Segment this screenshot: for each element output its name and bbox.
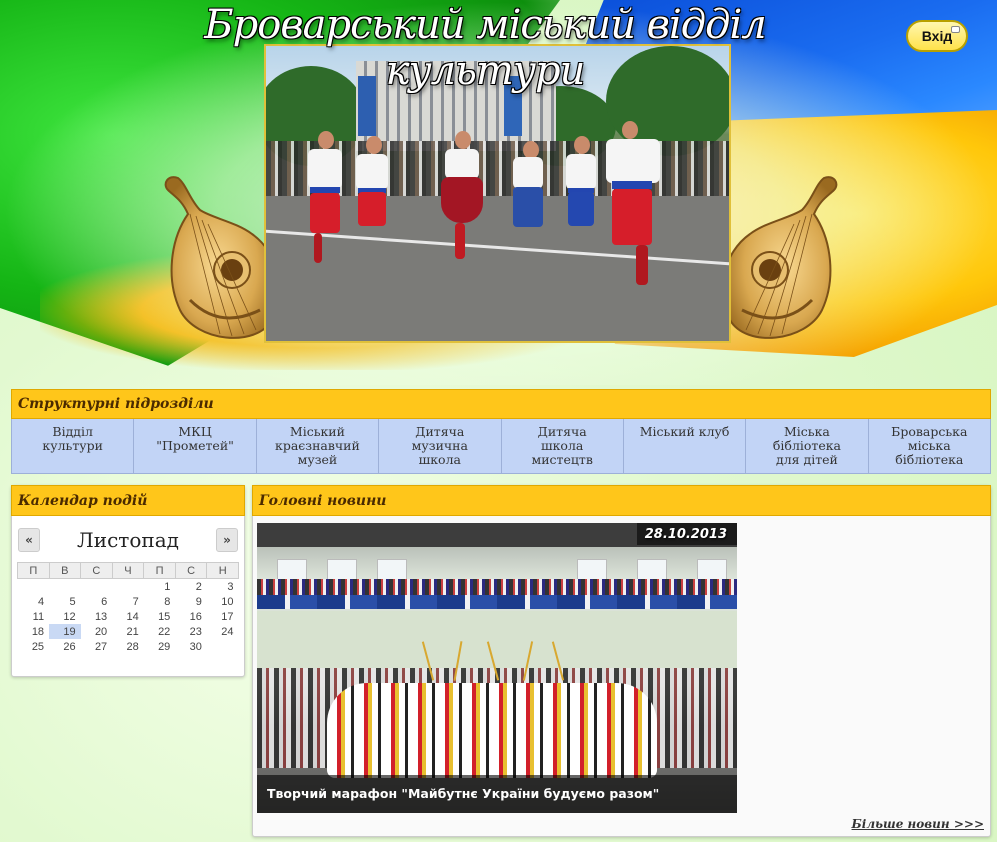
calendar-day[interactable]: 6: [81, 594, 113, 609]
calendar-day[interactable]: 21: [112, 624, 144, 639]
calendar-day[interactable]: 5: [49, 594, 81, 609]
main-news-panel: Головні новини 28.10.2013 Творчий марафо…: [252, 485, 991, 837]
weekday-sat: С: [174, 562, 208, 579]
unit-childrens-art-school[interactable]: Дитяча школа мистецтв: [501, 419, 624, 473]
calendar-empty-cell: [18, 579, 50, 595]
calendar-week-row: 123: [18, 579, 239, 595]
calendar-prev-button[interactable]: «: [18, 528, 40, 552]
structural-units-panel: Структурні підрозділи Відділ культури МК…: [11, 389, 991, 475]
calendar-day[interactable]: 9: [175, 594, 207, 609]
login-button-label: Вхід: [921, 28, 953, 44]
unit-city-club[interactable]: Міський клуб: [623, 419, 747, 473]
calendar-day[interactable]: 2: [175, 579, 207, 595]
weekday-mon: П: [17, 562, 50, 579]
calendar-empty-cell: [112, 579, 144, 595]
calendar-grid: П В С Ч П С Н 1 2 3 4 5 6 7 8 9 10 11 12 13 14 15 16 17 1…: [17, 562, 239, 654]
calendar-day[interactable]: 1: [144, 579, 176, 595]
calendar-day[interactable]: 29: [144, 639, 176, 654]
calendar-day[interactable]: 14: [112, 609, 144, 624]
unit-childrens-library[interactable]: Міська бібліотека для дітей: [746, 419, 869, 473]
site-title: Броварський міський відділ культури: [204, 2, 766, 94]
news-slide-image[interactable]: 28.10.2013 Творчий марафон "Майбутнє Укр…: [257, 523, 737, 813]
calendar-day[interactable]: 13: [81, 609, 113, 624]
weekday-fri: П: [143, 562, 176, 579]
main-news-title: Головні новини: [252, 485, 991, 516]
calendar-empty-cell: [49, 579, 81, 595]
calendar-days: 1 2 3 4 5 6 7 8 9 10 11 12 13 14 15 16 17 18 19 20 21 22 23 24 2…: [18, 579, 239, 655]
calendar-week-row: 4 5 6 7 8 9 10: [18, 594, 239, 609]
calendar-empty-cell: [81, 579, 113, 595]
calendar-day[interactable]: 17: [207, 609, 239, 624]
weekday-wed: С: [80, 562, 113, 579]
speech-bubble-icon: [951, 26, 960, 33]
calendar-day[interactable]: 22: [144, 624, 176, 639]
calendar-week-row: 11 12 13 14 15 16 17: [18, 609, 239, 624]
events-calendar: Календар подій « Листопад » П В С Ч П С …: [11, 485, 245, 677]
weekday-thu: Ч: [111, 562, 145, 579]
calendar-day[interactable]: 7: [112, 594, 144, 609]
unit-city-library[interactable]: Броварська міська бібліотека: [868, 419, 990, 473]
calendar-weekday-row: П В С Ч П С Н: [17, 562, 239, 579]
calendar-day[interactable]: 24: [207, 624, 239, 639]
calendar-day[interactable]: 23: [175, 624, 207, 639]
calendar-day[interactable]: 16: [175, 609, 207, 624]
unit-local-history-museum[interactable]: Міський краєзнавчий музей: [256, 419, 380, 473]
calendar-day[interactable]: 27: [81, 639, 113, 654]
calendar-day[interactable]: 30: [175, 639, 207, 654]
news-caption[interactable]: Творчий марафон "Майбутнє України будуєм…: [267, 786, 659, 801]
calendar-day[interactable]: 20: [81, 624, 113, 639]
calendar-header: « Листопад »: [12, 516, 244, 562]
calendar-day[interactable]: 18: [18, 624, 50, 639]
calendar-day[interactable]: 25: [18, 639, 50, 654]
structural-units-menu: Відділ культури МКЦ "Прометей" Міський к…: [11, 419, 991, 474]
calendar-day-today[interactable]: 19: [49, 624, 81, 639]
calendar-title: Календар подій: [11, 485, 245, 516]
calendar-month: Листопад: [77, 528, 179, 552]
unit-culture-department[interactable]: Відділ культури: [12, 419, 135, 473]
calendar-day[interactable]: 8: [144, 594, 176, 609]
news-date: 28.10.2013: [644, 527, 727, 542]
header-banner: Броварський міський відділ культури Вхід: [0, 0, 997, 385]
bandura-right-icon: [721, 176, 838, 339]
calendar-day[interactable]: 3: [207, 579, 239, 595]
calendar-day[interactable]: 12: [49, 609, 81, 624]
unit-childrens-music-school[interactable]: Дитяча музична школа: [379, 419, 502, 473]
calendar-next-button[interactable]: »: [216, 528, 238, 552]
calendar-day[interactable]: 11: [18, 609, 50, 624]
calendar-day[interactable]: 4: [18, 594, 50, 609]
more-news-link[interactable]: Більше новин >>>: [852, 817, 984, 831]
calendar-day[interactable]: 28: [112, 639, 144, 654]
weekday-tue: В: [48, 562, 82, 579]
calendar-week-row: 25 26 27 28 29 30: [18, 639, 239, 654]
calendar-day[interactable]: 10: [207, 594, 239, 609]
unit-prometheus-center[interactable]: МКЦ "Прометей": [134, 419, 257, 473]
calendar-week-row: 18 19 20 21 22 23 24: [18, 624, 239, 639]
structural-units-title: Структурні підрозділи: [11, 389, 991, 419]
login-button[interactable]: Вхід: [906, 20, 968, 52]
calendar-day[interactable]: 26: [49, 639, 81, 654]
weekday-sun: Н: [206, 562, 239, 579]
calendar-day[interactable]: 15: [144, 609, 176, 624]
calendar-empty-cell: [207, 639, 239, 654]
